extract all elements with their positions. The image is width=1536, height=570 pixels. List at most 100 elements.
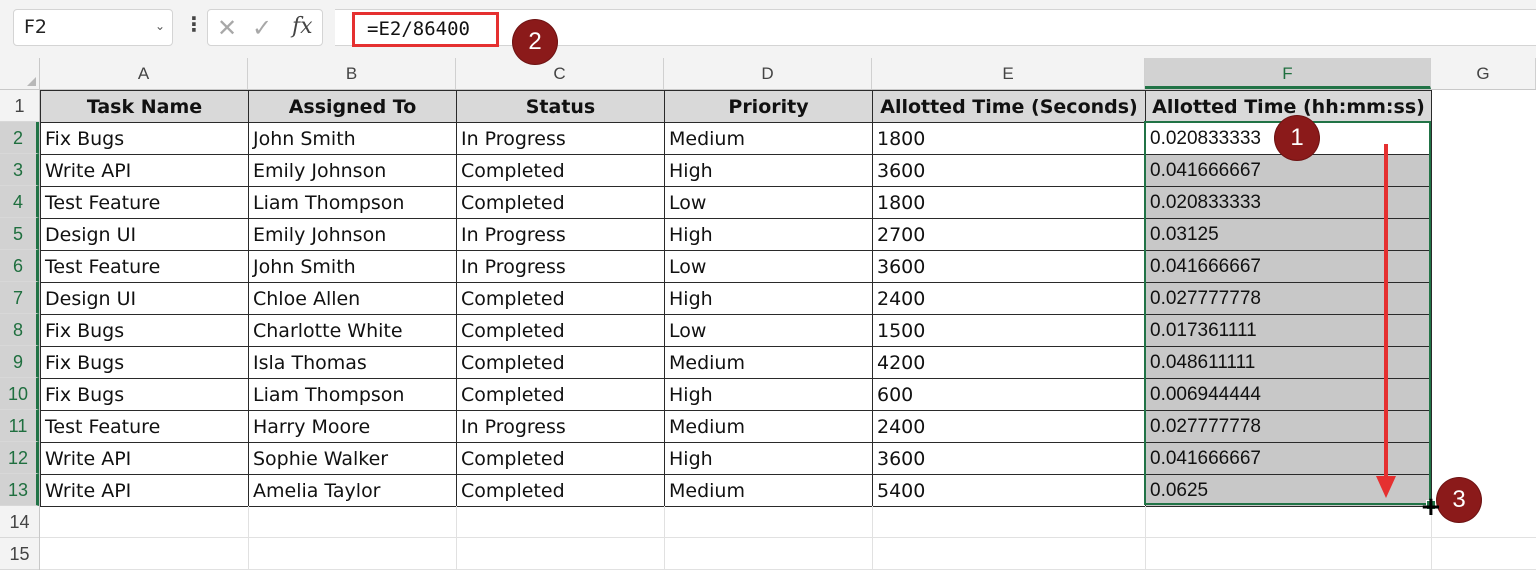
row-header-5[interactable]: 5 [0, 218, 39, 250]
column-header-e[interactable]: E [872, 58, 1145, 89]
row-header-4[interactable]: 4 [0, 186, 39, 218]
cell-task-name[interactable]: Design UI [40, 218, 249, 251]
row-header-2[interactable]: 2 [0, 122, 39, 154]
cell-assigned-to[interactable]: John Smith [248, 250, 457, 283]
cell-priority[interactable]: Medium [664, 346, 873, 379]
cell-task-name[interactable]: Fix Bugs [40, 378, 249, 411]
chevron-down-icon[interactable]: ⌄ [155, 19, 165, 33]
cell-assigned-to[interactable]: Chloe Allen [248, 282, 457, 315]
row-header-15[interactable]: 15 [0, 538, 39, 570]
cell-allotted-hhmmss[interactable]: 0.027777778 [1145, 410, 1432, 443]
cell-allotted-hhmmss[interactable]: 0.006944444 [1145, 378, 1432, 411]
cell-allotted-seconds[interactable]: 2400 [872, 410, 1146, 443]
cell-status[interactable]: In Progress [456, 218, 665, 251]
cell-assigned-to[interactable]: Isla Thomas [248, 346, 457, 379]
cell-assigned-to[interactable]: Harry Moore [248, 410, 457, 443]
cell-allotted-seconds[interactable]: 3600 [872, 154, 1146, 187]
cell-status[interactable]: Completed [456, 346, 665, 379]
cell-status[interactable]: Completed [456, 474, 665, 507]
cell-allotted-hhmmss[interactable]: 0.027777778 [1145, 282, 1432, 315]
cell-status[interactable]: Completed [456, 378, 665, 411]
cell-task-name[interactable]: Write API [40, 442, 249, 475]
row-header-10[interactable]: 10 [0, 378, 39, 410]
cell-allotted-seconds[interactable]: 5400 [872, 474, 1146, 507]
cell-task-name[interactable]: Fix Bugs [40, 346, 249, 379]
cell-allotted-seconds[interactable]: 2400 [872, 282, 1146, 315]
header-priority[interactable]: Priority [664, 90, 873, 123]
cell-priority[interactable]: Low [664, 250, 873, 283]
cell-assigned-to[interactable]: Emily Johnson [248, 218, 457, 251]
cell-priority[interactable]: High [664, 154, 873, 187]
column-header-g[interactable]: G [1431, 58, 1536, 89]
cell-status[interactable]: Completed [456, 282, 665, 315]
row-header-11[interactable]: 11 [0, 410, 39, 442]
cell-allotted-seconds[interactable]: 1800 [872, 186, 1146, 219]
row-header-14[interactable]: 14 [0, 506, 39, 538]
cell-task-name[interactable]: Fix Bugs [40, 314, 249, 347]
more-options-icon[interactable]: ⋮ [184, 12, 204, 36]
row-header-8[interactable]: 8 [0, 314, 39, 346]
cell-allotted-hhmmss[interactable]: 0.041666667 [1145, 154, 1432, 187]
cell-allotted-seconds[interactable]: 600 [872, 378, 1146, 411]
column-header-a[interactable]: A [40, 58, 248, 89]
row-header-6[interactable]: 6 [0, 250, 39, 282]
cell-status[interactable]: Completed [456, 314, 665, 347]
column-header-d[interactable]: D [664, 58, 872, 89]
row-header-13[interactable]: 13 [0, 474, 39, 506]
row-header-7[interactable]: 7 [0, 282, 39, 314]
cell-task-name[interactable]: Write API [40, 154, 249, 187]
cell-assigned-to[interactable]: Emily Johnson [248, 154, 457, 187]
cell-allotted-seconds[interactable]: 2700 [872, 218, 1146, 251]
enter-icon[interactable]: ✓ [252, 14, 272, 42]
cancel-icon[interactable]: ✕ [217, 14, 237, 42]
cell-allotted-seconds[interactable]: 3600 [872, 250, 1146, 283]
row-header-9[interactable]: 9 [0, 346, 39, 378]
cell-allotted-hhmmss[interactable]: 0.048611111 [1145, 346, 1432, 379]
cell-priority[interactable]: Medium [664, 122, 873, 155]
cell-status[interactable]: Completed [456, 442, 665, 475]
cell-task-name[interactable]: Test Feature [40, 186, 249, 219]
cell-status[interactable]: In Progress [456, 250, 665, 283]
header-assigned-to[interactable]: Assigned To [248, 90, 457, 123]
cell-task-name[interactable]: Write API [40, 474, 249, 507]
header-allotted-seconds[interactable]: Allotted Time (Seconds) [872, 90, 1146, 123]
cell-allotted-hhmmss[interactable]: 0.041666667 [1145, 250, 1432, 283]
select-all-button[interactable] [0, 58, 40, 89]
formula-text[interactable]: =E2/86400 [352, 12, 499, 47]
column-header-f[interactable]: F [1145, 58, 1431, 89]
cell-status[interactable]: Completed [456, 186, 665, 219]
cell-allotted-hhmmss[interactable]: 0.020833333 [1145, 186, 1432, 219]
cell-allotted-seconds[interactable]: 1500 [872, 314, 1146, 347]
cell-priority[interactable]: Low [664, 186, 873, 219]
cell-allotted-hhmmss[interactable]: 0.017361111 [1145, 314, 1432, 347]
cell-task-name[interactable]: Design UI [40, 282, 249, 315]
cell-priority[interactable]: Medium [664, 474, 873, 507]
cell-priority[interactable]: High [664, 378, 873, 411]
cell-priority[interactable]: High [664, 442, 873, 475]
cell-assigned-to[interactable]: Liam Thompson [248, 378, 457, 411]
row-header-3[interactable]: 3 [0, 154, 39, 186]
cell-task-name[interactable]: Test Feature [40, 410, 249, 443]
cell-assigned-to[interactable]: Charlotte White [248, 314, 457, 347]
name-box[interactable]: F2 ⌄ [13, 9, 173, 46]
cell-assigned-to[interactable]: John Smith [248, 122, 457, 155]
cell-allotted-hhmmss[interactable]: 0.041666667 [1145, 442, 1432, 475]
cell-allotted-hhmmss[interactable]: 0.03125 [1145, 218, 1432, 251]
cell-priority[interactable]: Medium [664, 410, 873, 443]
cell-allotted-seconds[interactable]: 3600 [872, 442, 1146, 475]
column-header-b[interactable]: B [248, 58, 456, 89]
cell-allotted-seconds[interactable]: 4200 [872, 346, 1146, 379]
cell-priority[interactable]: High [664, 282, 873, 315]
header-status[interactable]: Status [456, 90, 665, 123]
row-header-1[interactable]: 1 [0, 90, 39, 122]
cell-status[interactable]: In Progress [456, 410, 665, 443]
cell-priority[interactable]: Low [664, 314, 873, 347]
cell-task-name[interactable]: Test Feature [40, 250, 249, 283]
cell-assigned-to[interactable]: Amelia Taylor [248, 474, 457, 507]
cell-assigned-to[interactable]: Sophie Walker [248, 442, 457, 475]
cell-task-name[interactable]: Fix Bugs [40, 122, 249, 155]
row-header-12[interactable]: 12 [0, 442, 39, 474]
cell-assigned-to[interactable]: Liam Thompson [248, 186, 457, 219]
cell-allotted-seconds[interactable]: 1800 [872, 122, 1146, 155]
header-task-name[interactable]: Task Name [40, 90, 249, 123]
